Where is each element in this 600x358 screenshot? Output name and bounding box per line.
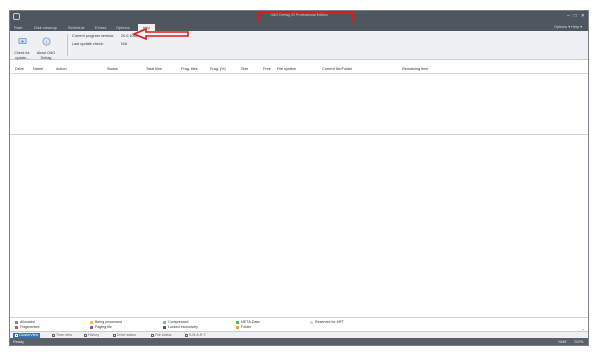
file-icon <box>151 334 154 337</box>
col-frag-percent[interactable]: Frag. (%) <box>210 66 226 72</box>
col-free[interactable]: Free <box>263 66 271 72</box>
close-icon[interactable]: ✕ <box>581 13 585 19</box>
update-icon <box>18 38 26 45</box>
panel-splitter[interactable] <box>10 134 588 135</box>
drive-table-header: Drive Name Action Status Total files Fra… <box>10 65 588 74</box>
col-size[interactable]: Size <box>241 66 248 72</box>
legend-reserved-mft: Reserved for MFT <box>310 320 344 325</box>
menu-bar: Start Disk cleanup Schedule Extras Optio… <box>10 23 588 31</box>
title-bar: O&O Defrag 20 Professional Edition – □ ✕ <box>10 11 588 27</box>
tab-extras[interactable]: Extras <box>95 24 106 31</box>
legend-locked: Locked exclusively <box>163 325 198 330</box>
ribbon-separator <box>67 34 68 56</box>
col-total-files[interactable]: Total files <box>146 66 162 72</box>
col-current-file[interactable]: Current file/Folder <box>322 66 352 72</box>
legend-label: Folder <box>241 325 252 329</box>
cluster-legend: Allocated Fragmented Being processed Pag… <box>10 317 588 332</box>
mft-swatch <box>310 321 313 324</box>
meta-swatch <box>236 321 239 324</box>
tab-schedule[interactable]: Schedule <box>68 24 85 31</box>
col-remaining-time[interactable]: Remaining time <box>402 66 428 72</box>
tab-options[interactable]: Options <box>116 24 130 31</box>
legend-label: Reserved for MFT <box>315 320 344 324</box>
clock-icon <box>52 334 55 337</box>
window-controls: – □ ✕ <box>567 13 585 19</box>
tab-start[interactable]: Start <box>14 24 22 31</box>
about-button[interactable]: i About O&O Defrag <box>34 33 58 60</box>
smart-icon <box>185 334 188 337</box>
legend-label: Paging file <box>95 325 112 329</box>
tab-disk-cleanup[interactable]: Disk cleanup <box>34 24 57 31</box>
ribbon: Check for update... i About O&O Defrag C… <box>10 31 588 60</box>
fragmented-swatch <box>15 326 18 329</box>
status-bar: Ready NUM SCRL <box>10 338 588 345</box>
locked-swatch <box>163 326 166 329</box>
legend-label: Fragmented <box>20 325 40 329</box>
col-action[interactable]: Action <box>56 66 67 72</box>
check-updates-label: Check for update... <box>14 51 30 60</box>
status-text: Ready <box>13 340 24 344</box>
minimize-icon[interactable]: – <box>567 13 570 19</box>
annotation-arrow-icon <box>132 28 189 40</box>
folder-swatch <box>236 326 239 329</box>
legend-fragmented: Fragmented <box>15 325 39 330</box>
col-drive[interactable]: Drive <box>15 66 24 72</box>
history-icon <box>84 334 87 337</box>
processed-swatch <box>90 321 93 324</box>
current-version-label: Current program version: <box>72 34 115 38</box>
legend-folder: Folder <box>236 325 251 330</box>
scroll-lock-indicator: SCRL <box>574 340 584 344</box>
paging-swatch <box>90 326 93 329</box>
legend-label: Locked exclusively <box>168 325 198 329</box>
col-name[interactable]: Name <box>33 66 43 72</box>
last-check-value: N/A <box>121 42 128 46</box>
col-file-system[interactable]: File system <box>277 66 296 72</box>
compressed-swatch <box>163 321 166 324</box>
app-window: O&O Defrag 20 Professional Edition – □ ✕… <box>9 10 589 346</box>
cluster-icon <box>15 334 18 337</box>
col-status[interactable]: Status <box>107 66 118 72</box>
check-updates-button[interactable]: Check for update... <box>10 33 34 60</box>
info-icon: i <box>42 37 50 46</box>
col-frag-files[interactable]: Frag. files <box>181 66 198 72</box>
num-lock-indicator: NUM <box>558 340 567 344</box>
legend-paging-file: Paging file <box>90 325 112 330</box>
maximize-icon[interactable]: □ <box>574 13 577 19</box>
last-check-label: Last update check: <box>72 42 104 46</box>
allocated-swatch <box>15 321 18 324</box>
menu-right-options-help[interactable]: Options ▾ Help ▾ <box>554 24 582 31</box>
about-label: About O&O Defrag <box>36 51 56 60</box>
drive-icon <box>113 334 116 337</box>
status-indicators: NUM SCRL <box>558 340 584 344</box>
